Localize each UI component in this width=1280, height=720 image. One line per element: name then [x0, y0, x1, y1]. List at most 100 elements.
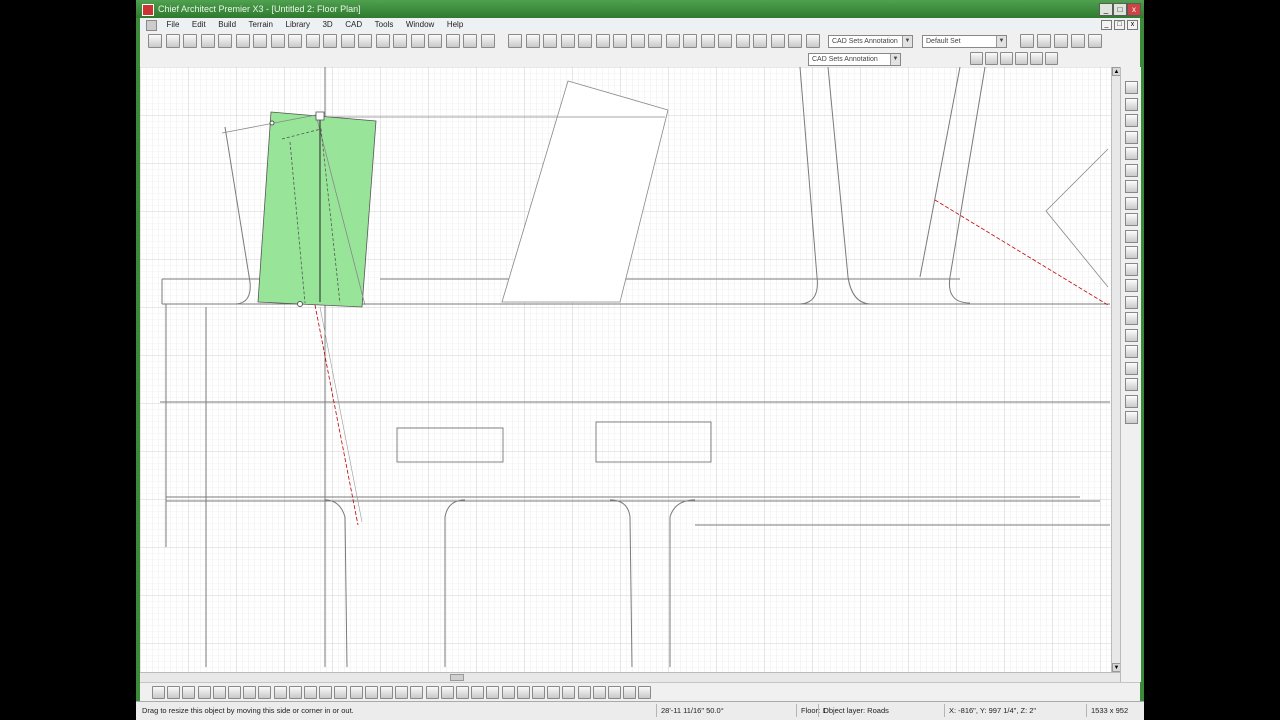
- chevron-down-icon[interactable]: ▼: [890, 54, 900, 65]
- arc-tool-icon[interactable]: [1030, 52, 1043, 65]
- roof-icon[interactable]: [578, 34, 592, 48]
- cabinet-icon[interactable]: [340, 34, 355, 48]
- copy-icon[interactable]: [273, 686, 287, 699]
- zoom-icon[interactable]: [1125, 312, 1138, 325]
- select-objects-icon[interactable]: [463, 34, 477, 48]
- menu-file[interactable]: File: [162, 18, 185, 31]
- title-bar[interactable]: Chief Architect Premier X3 - [Untitled 2…: [136, 0, 1144, 18]
- open-folder-icon[interactable]: [1037, 34, 1051, 48]
- layout-icon[interactable]: [1088, 34, 1102, 48]
- chevron-down-icon[interactable]: ▼: [902, 36, 912, 47]
- reflect-icon[interactable]: [532, 686, 545, 699]
- door-icon[interactable]: [358, 34, 372, 48]
- cabinet-icon[interactable]: [183, 34, 197, 48]
- move-icon[interactable]: [501, 686, 515, 699]
- rotate-icon[interactable]: [623, 686, 637, 699]
- edit-icon[interactable]: [258, 686, 272, 699]
- door-icon[interactable]: [525, 34, 540, 48]
- cabinet-icon[interactable]: [508, 34, 522, 48]
- window-icon[interactable]: [375, 34, 390, 48]
- walls-icon[interactable]: [648, 34, 662, 48]
- fill-window-icon[interactable]: [1125, 246, 1138, 259]
- cabinet-icon[interactable]: [665, 34, 680, 48]
- camera-icon[interactable]: [595, 34, 610, 48]
- layer-icon[interactable]: [1125, 180, 1138, 193]
- resize-icon[interactable]: [456, 686, 469, 699]
- zoom-icon[interactable]: [1125, 196, 1138, 210]
- zoom-icon[interactable]: [770, 34, 785, 48]
- select-objects-icon[interactable]: [788, 34, 802, 48]
- scroll-thumb[interactable]: [450, 674, 464, 681]
- select-objects-icon[interactable]: [630, 34, 645, 48]
- window-icon[interactable]: [218, 34, 232, 48]
- layer-set-dropdown[interactable]: Default Set ▼: [922, 35, 1007, 48]
- rotate-icon[interactable]: [410, 686, 424, 699]
- rotate-icon[interactable]: [197, 686, 211, 699]
- stairs-icon[interactable]: [393, 34, 407, 48]
- fill-window-icon[interactable]: [1125, 361, 1138, 375]
- resize-icon[interactable]: [349, 686, 363, 699]
- zoom-icon[interactable]: [613, 34, 627, 48]
- window-icon[interactable]: [543, 34, 557, 48]
- arc-tool-icon[interactable]: [1045, 52, 1058, 65]
- reflect-icon[interactable]: [319, 686, 333, 699]
- walls-icon[interactable]: [480, 34, 495, 48]
- undo-zoom-icon[interactable]: [1125, 394, 1138, 408]
- zoom-in-icon[interactable]: [1125, 213, 1138, 226]
- zoom-icon[interactable]: [445, 34, 460, 48]
- delete-icon[interactable]: [334, 686, 348, 699]
- zoom-out-icon[interactable]: [1125, 229, 1138, 243]
- layer-icon[interactable]: [1125, 411, 1138, 424]
- zoom-icon[interactable]: [288, 34, 302, 48]
- move-icon[interactable]: [395, 686, 409, 699]
- pan-icon[interactable]: [1125, 147, 1138, 160]
- menu-3d[interactable]: 3D: [317, 18, 337, 31]
- delete-icon[interactable]: [228, 686, 241, 699]
- arc-tool-icon[interactable]: [1015, 52, 1028, 65]
- zoom-out-icon[interactable]: [1125, 345, 1138, 358]
- menu-window[interactable]: Window: [401, 18, 439, 31]
- menu-edit[interactable]: Edit: [187, 18, 211, 31]
- camera-icon[interactable]: [270, 34, 285, 48]
- doc-minimize-button[interactable]: _: [1101, 20, 1112, 30]
- menu-build[interactable]: Build: [213, 18, 241, 31]
- minimize-button[interactable]: _: [1099, 3, 1113, 16]
- camera-icon[interactable]: [428, 34, 442, 48]
- reflect-icon[interactable]: [212, 686, 226, 699]
- camera-icon[interactable]: [753, 34, 767, 48]
- move-icon[interactable]: [288, 686, 302, 699]
- select-objects-icon[interactable]: [148, 34, 162, 48]
- edit-icon[interactable]: [471, 686, 485, 699]
- walls-icon[interactable]: [323, 34, 337, 48]
- zoom-out-icon[interactable]: [1125, 114, 1138, 127]
- save-icon[interactable]: [1054, 34, 1068, 48]
- layer-icon[interactable]: [1125, 295, 1138, 309]
- rotate-icon[interactable]: [516, 686, 530, 699]
- delete-icon[interactable]: [547, 686, 561, 699]
- floor-plan-canvas[interactable]: [140, 67, 1111, 672]
- new-file-icon[interactable]: [1020, 34, 1034, 48]
- edit-icon[interactable]: [364, 686, 378, 699]
- arc-tool-icon[interactable]: [970, 52, 983, 65]
- door-icon[interactable]: [683, 34, 697, 48]
- stairs-icon[interactable]: [235, 34, 250, 48]
- close-button[interactable]: x: [1127, 3, 1141, 16]
- select-objects-icon[interactable]: [305, 34, 320, 48]
- zoom-in-icon[interactable]: [1125, 97, 1138, 111]
- edit-handle[interactable]: [315, 111, 325, 121]
- rotate-icon[interactable]: [304, 686, 317, 699]
- move-icon[interactable]: [182, 686, 196, 699]
- pan-icon[interactable]: [1125, 378, 1138, 391]
- edit-icon[interactable]: [577, 686, 591, 699]
- stairs-icon[interactable]: [718, 34, 732, 48]
- edit-icon[interactable]: [152, 686, 165, 699]
- reflect-icon[interactable]: [425, 686, 439, 699]
- arc-tool-icon[interactable]: [1000, 52, 1013, 65]
- zoom-in-icon[interactable]: [1125, 328, 1138, 342]
- annotation-set-dropdown[interactable]: CAD Sets Annotation ▼: [828, 35, 913, 48]
- walls-icon[interactable]: [805, 34, 820, 48]
- maximize-button[interactable]: □: [1113, 3, 1127, 16]
- resize-icon[interactable]: [562, 686, 576, 699]
- doc-restore-button[interactable]: □: [1114, 20, 1125, 30]
- menu-help[interactable]: Help: [442, 18, 468, 31]
